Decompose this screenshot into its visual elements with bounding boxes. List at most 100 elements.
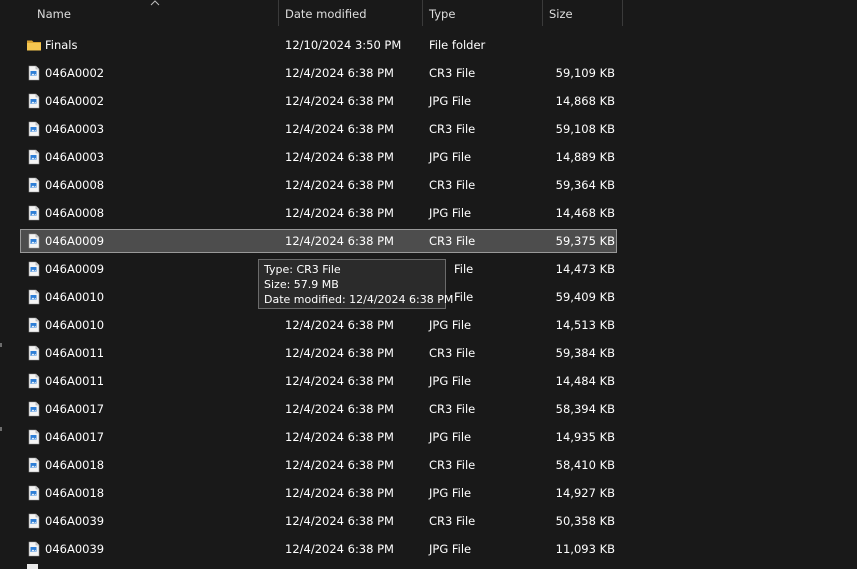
file-row[interactable]: 046A0002 12/4/2024 6:38 PM JPG File 14,868 … (20, 89, 617, 113)
file-type: File (454, 290, 474, 304)
file-icon (26, 149, 42, 165)
file-icon (26, 401, 42, 417)
file-row[interactable]: 046A0011 12/4/2024 6:38 PM JPG File 14,484 … (20, 369, 617, 393)
file-date-modified: 12/4/2024 6:38 PM (285, 430, 394, 444)
file-type: JPG File (429, 318, 472, 332)
file-icon (26, 121, 42, 137)
file-type: CR3 File (429, 458, 476, 472)
file-icon (26, 205, 42, 221)
file-type: CR3 File (429, 66, 476, 80)
column-header-size[interactable]: Size (549, 0, 573, 27)
file-row[interactable]: 046A0009 12/4/2024 6:38 PM CR3 File 59,375 … (20, 229, 617, 253)
file-date-modified: 12/4/2024 6:38 PM (285, 66, 394, 80)
file-icon (26, 513, 42, 529)
file-type: File (454, 262, 474, 276)
file-icon (26, 289, 42, 305)
file-size: 59,364 KB (555, 178, 615, 192)
file-name: 046A0002 (45, 94, 105, 108)
file-name: 046A0018 (45, 486, 105, 500)
file-date-modified: 12/4/2024 6:38 PM (285, 318, 394, 332)
file-date-modified: 12/4/2024 6:38 PM (285, 486, 394, 500)
folder-icon (26, 37, 42, 53)
file-icon (26, 457, 42, 473)
file-size: 14,473 KB (555, 262, 615, 276)
file-date-modified: 12/4/2024 6:38 PM (285, 122, 394, 136)
file-size: 59,384 KB (555, 346, 615, 360)
column-header-type[interactable]: Type (429, 0, 455, 27)
file-size: 58,394 KB (555, 402, 615, 416)
file-icon (26, 177, 42, 193)
file-row[interactable]: 046A0018 12/4/2024 6:38 PM CR3 File 58,410 … (20, 453, 617, 477)
file-type: File folder (429, 38, 486, 52)
file-type: JPG File (429, 486, 472, 500)
file-icon (26, 261, 42, 277)
file-type: JPG File (429, 542, 472, 556)
file-row[interactable]: 046A0011 12/4/2024 6:38 PM CR3 File 59,384 … (20, 341, 617, 365)
file-type: JPG File (429, 94, 472, 108)
file-row[interactable]: 046A0018 12/4/2024 6:38 PM JPG File 14,927 … (20, 481, 617, 505)
file-icon (26, 93, 42, 109)
tooltip-size: Size: 57.9 MB (264, 278, 339, 291)
file-row[interactable]: 046A0039 12/4/2024 6:38 PM CR3 File 50,358 … (20, 509, 617, 533)
file-row[interactable]: 046A0017 12/4/2024 6:38 PM JPG File 14,935 … (20, 425, 617, 449)
tooltip-date-modified: Date modified: 12/4/2024 6:38 PM (264, 293, 454, 306)
file-name: 046A0003 (45, 150, 105, 164)
file-size: 58,410 KB (555, 458, 615, 472)
column-divider[interactable] (622, 0, 623, 26)
file-name: 046A0039 (45, 514, 105, 528)
file-size: 59,109 KB (555, 66, 615, 80)
file-row[interactable]: 046A0008 12/4/2024 6:38 PM JPG File 14,468 … (20, 201, 617, 225)
file-name: 046A0008 (45, 178, 105, 192)
file-date-modified: 12/4/2024 6:38 PM (285, 374, 394, 388)
file-name: 046A0002 (45, 66, 105, 80)
file-info-tooltip: Type: CR3 File Size: 57.9 MB Date modifi… (258, 259, 454, 309)
file-date-modified: 12/4/2024 6:38 PM (285, 542, 394, 556)
file-size: 14,889 KB (555, 150, 615, 164)
file-date-modified: 12/4/2024 6:38 PM (285, 150, 394, 164)
file-row[interactable]: 046A0002 12/4/2024 6:38 PM CR3 File 59,109 … (20, 61, 617, 85)
file-name: Finals (45, 38, 78, 52)
file-name: 046A0018 (45, 458, 105, 472)
file-icon (26, 541, 42, 557)
column-divider[interactable] (278, 0, 279, 26)
file-icon (26, 485, 42, 501)
column-header-name[interactable]: Name (37, 0, 71, 27)
file-type: CR3 File (429, 402, 476, 416)
file-row[interactable]: 046A0003 12/4/2024 6:38 PM JPG File 14,889 … (20, 145, 617, 169)
left-pane-edge (0, 0, 3, 569)
file-icon (26, 373, 42, 389)
file-size: 14,927 KB (555, 486, 615, 500)
file-size: 59,409 KB (555, 290, 615, 304)
file-date-modified: 12/4/2024 6:38 PM (285, 234, 394, 248)
file-name: 046A0003 (45, 122, 105, 136)
file-size: 14,484 KB (555, 374, 615, 388)
file-date-modified: 12/4/2024 6:38 PM (285, 458, 394, 472)
file-date-modified: 12/4/2024 6:38 PM (285, 178, 394, 192)
column-header-bar: Name Date modified Type Size (0, 0, 857, 28)
file-size: 59,375 KB (555, 234, 615, 248)
file-row[interactable]: 046A0003 12/4/2024 6:38 PM CR3 File 59,108 … (20, 117, 617, 141)
file-row[interactable]: 046A0008 12/4/2024 6:38 PM CR3 File 59,364 … (20, 173, 617, 197)
file-icon (26, 65, 42, 81)
file-date-modified: 12/4/2024 6:38 PM (285, 346, 394, 360)
column-divider[interactable] (422, 0, 423, 26)
tooltip-type: Type: CR3 File (264, 263, 341, 276)
file-type: JPG File (429, 150, 472, 164)
file-row[interactable]: 046A0017 12/4/2024 6:38 PM CR3 File 58,394 … (20, 397, 617, 421)
file-name: 046A0010 (45, 290, 105, 304)
file-size: 14,468 KB (555, 206, 615, 220)
file-type: CR3 File (429, 234, 476, 248)
file-icon (26, 345, 42, 361)
file-type: CR3 File (429, 122, 476, 136)
file-size: 50,358 KB (555, 514, 615, 528)
column-divider[interactable] (542, 0, 543, 26)
folder-row[interactable]: Finals 12/10/2024 3:50 PM File folder (20, 33, 617, 57)
file-icon (26, 233, 42, 249)
file-row[interactable]: 046A0010 12/4/2024 6:38 PM JPG File 14,513 … (20, 313, 617, 337)
file-size: 11,093 KB (555, 542, 615, 556)
file-row[interactable]: 046A0039 12/4/2024 6:38 PM JPG File 11,093 … (20, 537, 617, 561)
column-header-date-modified[interactable]: Date modified (285, 0, 367, 27)
partial-row-icon (27, 564, 38, 569)
file-size: 59,108 KB (555, 122, 615, 136)
file-type: CR3 File (429, 346, 476, 360)
